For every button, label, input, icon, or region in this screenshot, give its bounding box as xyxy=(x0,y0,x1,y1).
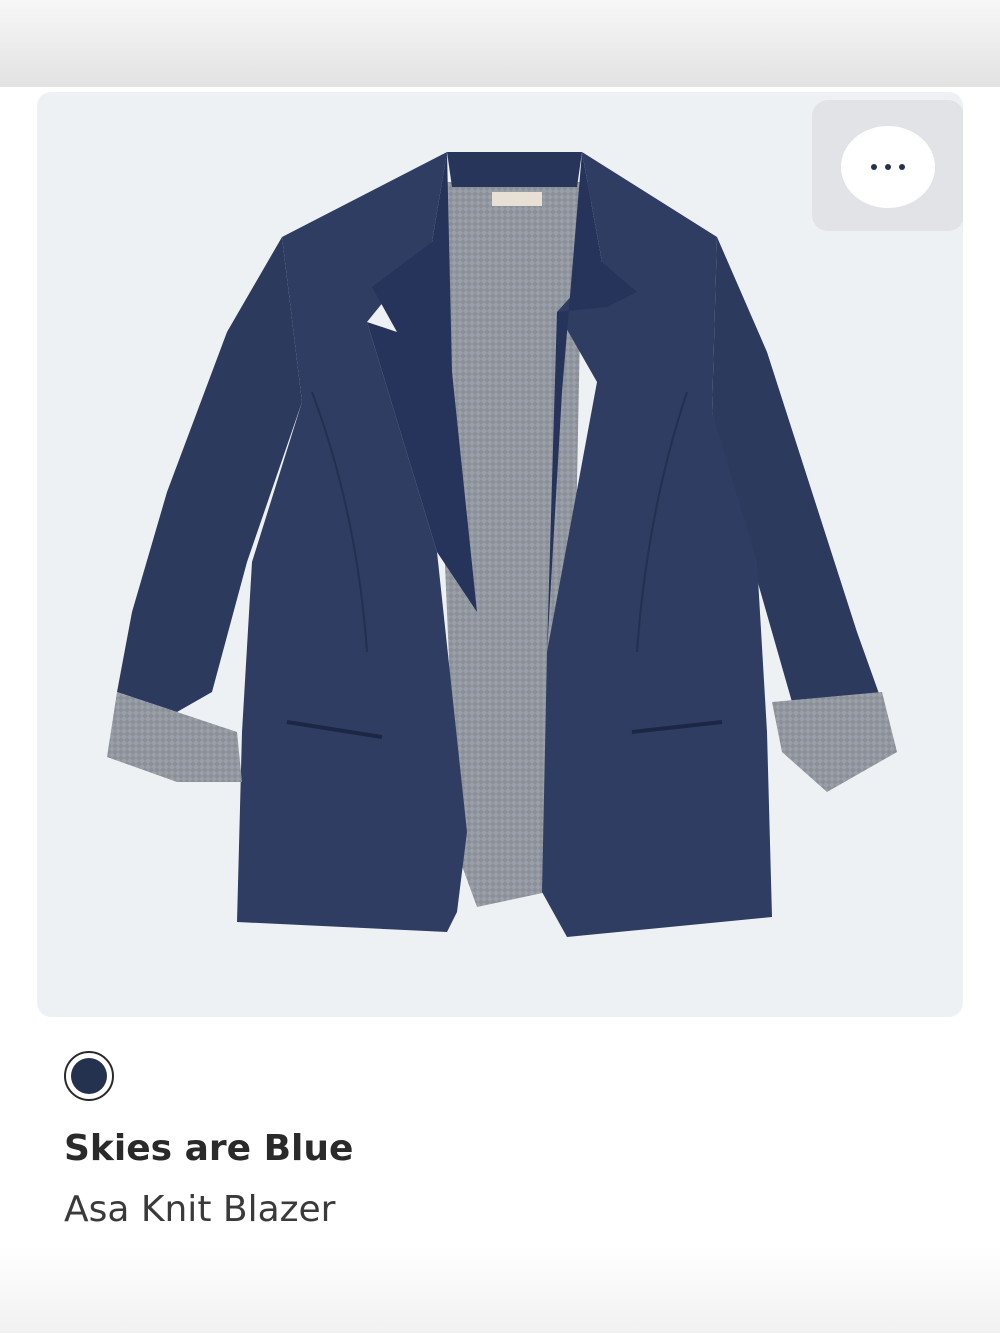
bottom-fade xyxy=(0,1245,1000,1333)
product-brand[interactable]: Skies are Blue xyxy=(64,1128,353,1169)
product-image xyxy=(107,152,897,937)
more-options-container xyxy=(812,100,963,231)
blazer-label xyxy=(492,192,542,206)
top-fade xyxy=(0,0,1000,87)
blazer-collar xyxy=(447,152,582,187)
more-options-icon xyxy=(871,164,905,170)
product-image-card[interactable] xyxy=(37,92,963,1017)
color-swatch-navy[interactable] xyxy=(64,1051,114,1101)
color-swatch-fill xyxy=(71,1058,107,1094)
blazer-right-cuff xyxy=(772,692,897,792)
more-options-button[interactable] xyxy=(841,126,935,208)
product-name[interactable]: Asa Knit Blazer xyxy=(64,1189,335,1230)
